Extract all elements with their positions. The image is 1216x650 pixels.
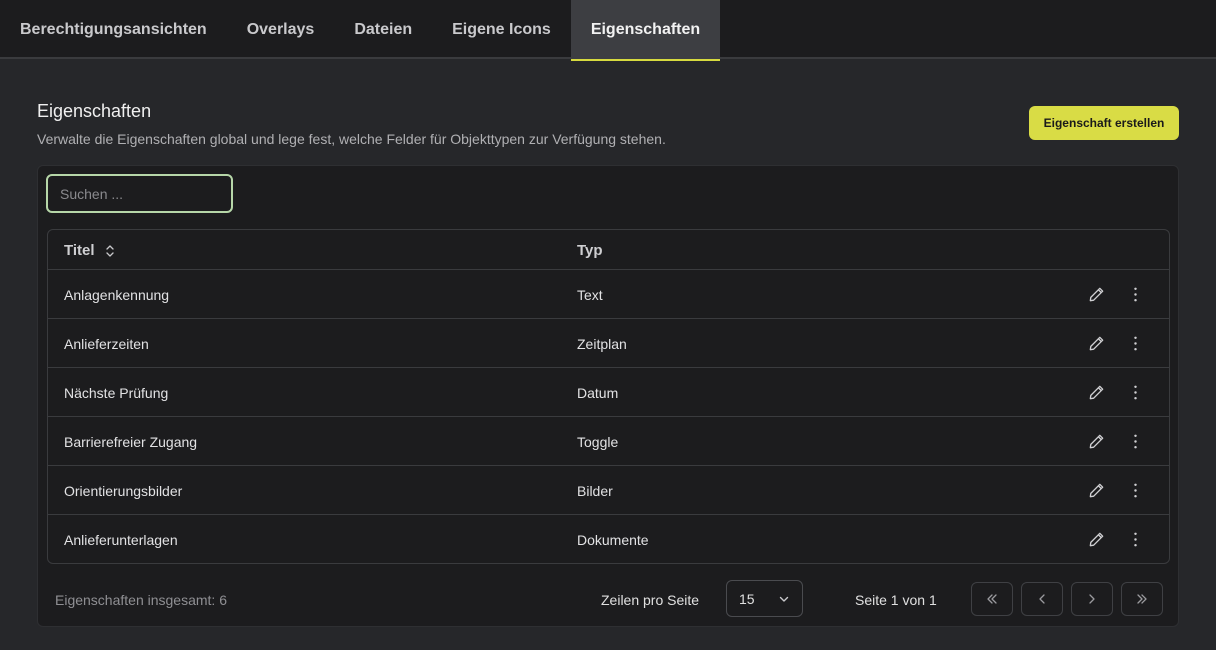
table-row: Orientierungsbilder Bilder — [48, 466, 1169, 515]
cell-title: Orientierungsbilder — [64, 483, 183, 499]
table-row: Anlieferzeiten Zeitplan — [48, 319, 1169, 368]
sort-icon[interactable] — [105, 244, 115, 257]
more-vertical-icon[interactable] — [1126, 285, 1145, 304]
tab-eigene-icons[interactable]: Eigene Icons — [432, 0, 571, 59]
pencil-icon[interactable] — [1087, 481, 1106, 500]
properties-table: Titel Typ Anlagenkennung Text Anlieferze… — [47, 229, 1170, 564]
more-vertical-icon[interactable] — [1126, 334, 1145, 353]
tab-eigenschaften[interactable]: Eigenschaften — [570, 0, 721, 61]
last-page-button[interactable] — [1121, 582, 1163, 616]
column-title-label: Titel — [64, 242, 95, 259]
properties-card: Titel Typ Anlagenkennung Text Anlieferze… — [37, 165, 1179, 627]
cell-title: Barrierefreier Zugang — [64, 434, 198, 450]
chevron-right-icon — [1089, 594, 1095, 604]
tab-berechtigungsansichten[interactable]: Berechtigungsansichten — [0, 0, 227, 59]
table-row: Anlieferunterlagen Dokumente — [48, 515, 1169, 563]
page-info: Seite 1 von 1 — [855, 592, 937, 608]
rows-per-page-value: 15 — [739, 590, 755, 607]
previous-page-button[interactable] — [1021, 582, 1063, 616]
cell-type: Bilder — [577, 483, 613, 499]
page-subtitle: Verwalte die Eigenschaften global und le… — [37, 131, 666, 147]
pencil-icon[interactable] — [1087, 285, 1106, 304]
chevrons-left-icon — [987, 594, 997, 604]
cell-title: Anlieferzeiten — [64, 336, 149, 352]
chevron-left-icon — [1039, 594, 1045, 604]
cell-type: Text — [577, 287, 603, 303]
rows-per-page-label: Zeilen pro Seite — [601, 592, 700, 608]
rows-per-page-select[interactable]: 15 — [726, 580, 803, 617]
more-vertical-icon[interactable] — [1126, 383, 1145, 402]
tab-overlays[interactable]: Overlays — [227, 0, 335, 59]
cell-type: Datum — [577, 385, 619, 401]
tab-dateien[interactable]: Dateien — [334, 0, 432, 59]
pencil-icon[interactable] — [1087, 432, 1106, 451]
cell-type: Zeitplan — [577, 336, 627, 352]
column-header-type: Typ — [577, 242, 603, 259]
cell-title: Nächste Prüfung — [64, 385, 169, 401]
next-page-button[interactable] — [1071, 582, 1113, 616]
more-vertical-icon[interactable] — [1126, 432, 1145, 451]
total-count: Eigenschaften insgesamt: 6 — [55, 592, 227, 608]
chevrons-right-icon — [1137, 594, 1147, 604]
cell-title: Anlieferunterlagen — [64, 532, 178, 548]
table-row: Nächste Prüfung Datum — [48, 368, 1169, 417]
table-row: Barrierefreier Zugang Toggle — [48, 417, 1169, 466]
more-vertical-icon[interactable] — [1126, 530, 1145, 549]
cell-title: Anlagenkennung — [64, 287, 170, 303]
tab-bar: Berechtigungsansichten Overlays Dateien … — [0, 0, 1216, 61]
column-header-title[interactable]: Titel — [64, 242, 115, 259]
first-page-button[interactable] — [971, 582, 1013, 616]
pencil-icon[interactable] — [1087, 383, 1106, 402]
cell-type: Dokumente — [577, 532, 649, 548]
chevron-down-icon — [779, 596, 789, 602]
create-property-button[interactable]: Eigenschaft erstellen — [1029, 106, 1179, 140]
more-vertical-icon[interactable] — [1126, 481, 1145, 500]
table-row: Anlagenkennung Text — [48, 270, 1169, 319]
pencil-icon[interactable] — [1087, 334, 1106, 353]
page-title: Eigenschaften — [37, 101, 152, 121]
cell-type: Toggle — [577, 434, 619, 450]
search-input[interactable] — [46, 174, 233, 213]
table-header: Titel Typ — [48, 230, 1169, 270]
pencil-icon[interactable] — [1087, 530, 1106, 549]
